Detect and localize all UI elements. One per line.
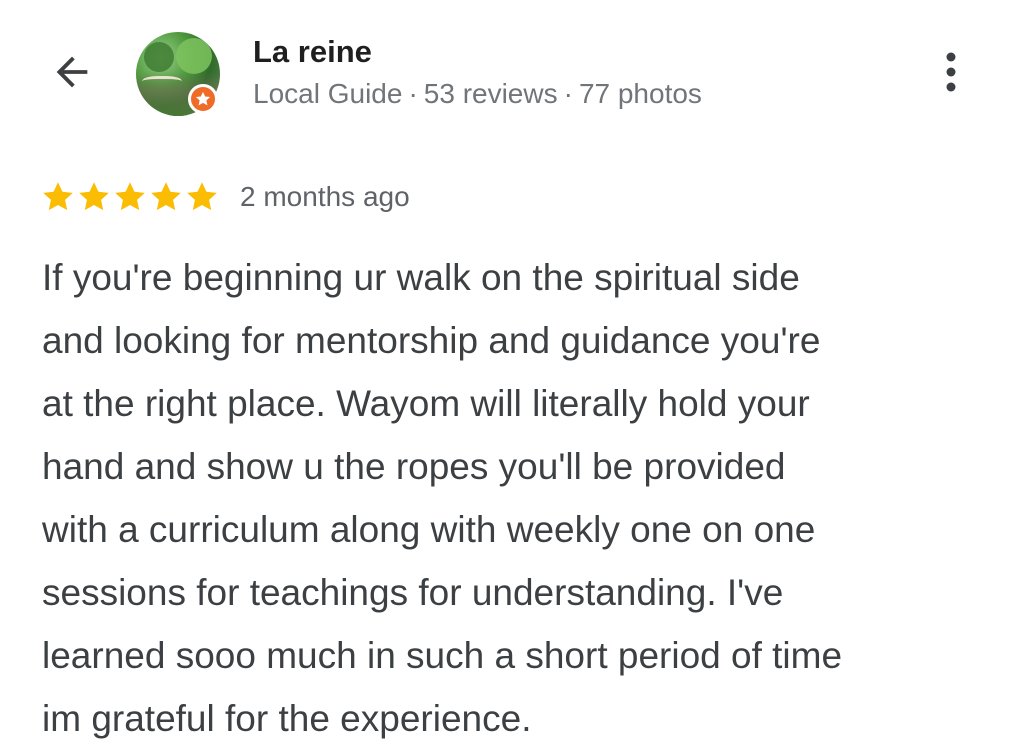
review-text-line: and looking for mentorship and guidance … xyxy=(42,320,821,361)
more-vert-icon xyxy=(941,50,961,99)
review-text: If you're beginning ur walk on the spiri… xyxy=(42,246,1002,750)
reviewer-meta: Local Guide · 53 reviews · 77 photos xyxy=(253,76,702,112)
review-text-line: sessions for teachings for understanding… xyxy=(42,572,784,613)
reviewer-name[interactable]: La reine xyxy=(253,32,372,72)
star-rating xyxy=(40,179,220,215)
meta-separator: · xyxy=(408,78,418,109)
meta-separator: · xyxy=(563,78,573,109)
star-icon xyxy=(43,182,73,211)
star-icon xyxy=(115,182,145,211)
more-options-button[interactable] xyxy=(926,46,976,102)
star-icon xyxy=(79,182,109,211)
review-date: 2 months ago xyxy=(240,181,410,212)
reviewer-photo-count: 77 photos xyxy=(578,78,702,109)
arrow-back-icon xyxy=(49,49,95,100)
reviewer-level: Local Guide xyxy=(253,78,403,109)
review-text-line: im grateful for the experience. xyxy=(42,698,532,739)
review-text-line: at the right place. Wayom will literally… xyxy=(42,383,810,424)
star-icon xyxy=(187,182,217,211)
review-text-line: learned sooo much in such a short period… xyxy=(42,635,843,676)
review-text-line: If you're beginning ur walk on the spiri… xyxy=(42,257,800,298)
local-guide-star-badge-icon xyxy=(188,84,218,114)
review-text-line: with a curriculum along with weekly one … xyxy=(42,509,816,550)
back-button[interactable] xyxy=(44,46,100,102)
reviewer-review-count: 53 reviews xyxy=(423,78,558,109)
rating-row: 2 months ago xyxy=(40,176,410,218)
review-text-line: hand and show u the ropes you'll be prov… xyxy=(42,446,786,487)
star-icon xyxy=(151,182,181,211)
